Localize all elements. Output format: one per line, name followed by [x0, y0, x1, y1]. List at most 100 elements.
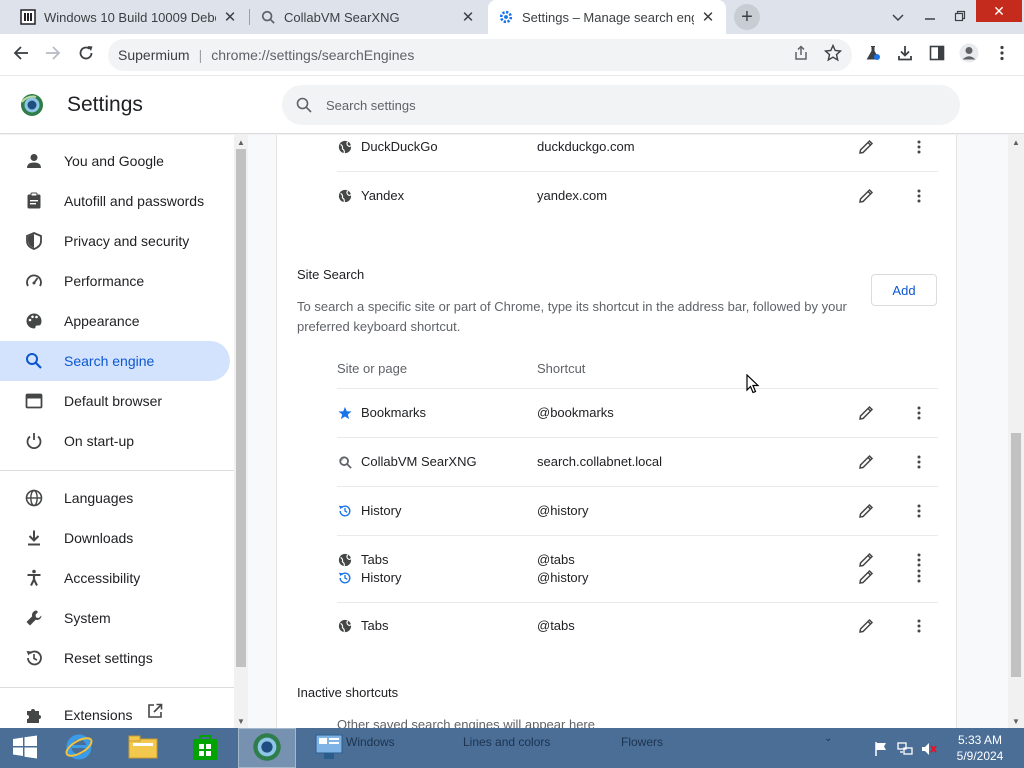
inactive-shortcuts-title: Inactive shortcuts	[297, 685, 399, 700]
add-site-search-button[interactable]: Add	[871, 274, 937, 306]
sidebar-item-reset-settings[interactable]: Reset settings	[0, 638, 230, 678]
globe-icon	[337, 552, 353, 568]
engine-name: Yandex	[361, 188, 405, 203]
toolbar-item[interactable]: Windows	[346, 735, 395, 749]
address-separator: |	[198, 47, 203, 63]
downloads-button[interactable]	[892, 42, 918, 68]
sidebar-item-search-engine[interactable]: Search engine	[0, 341, 230, 381]
edit-pencil-icon[interactable]	[857, 502, 875, 520]
network-icon[interactable]	[896, 740, 914, 758]
start-button[interactable]	[0, 728, 50, 768]
flag-icon[interactable]	[872, 740, 890, 758]
taskbar-toolbar: Windows Lines and colors Flowers ⌄	[340, 731, 840, 751]
toolbar-item[interactable]: Lines and colors	[463, 735, 550, 749]
store-icon	[191, 733, 219, 764]
sidebar-item-accessibility[interactable]: Accessibility	[0, 558, 230, 598]
volume-muted-icon[interactable]	[920, 740, 938, 758]
sidebar-item-system[interactable]: System	[0, 598, 230, 638]
sidebar-item-performance[interactable]: Performance	[0, 261, 230, 301]
tab-title: Windows 10 Build 10009 Debom	[44, 9, 216, 25]
sidebar-item-label: Downloads	[64, 530, 134, 546]
address-bar[interactable]: Supermium | chrome://settings/searchEngi…	[108, 39, 852, 71]
tab-collabvm-searxng[interactable]: CollabVM SearXNG ✕	[250, 0, 486, 34]
more-vert-icon[interactable]	[909, 137, 929, 157]
searxng-icon	[337, 454, 353, 470]
taskbar-file-explorer[interactable]	[114, 728, 172, 768]
settings-sidebar: You and Google Autofill and passwords Pr…	[0, 135, 234, 728]
sidebar-item-default-browser[interactable]: Default browser	[0, 381, 230, 421]
edit-pencil-icon[interactable]	[857, 404, 875, 422]
open-in-new-icon[interactable]	[147, 703, 163, 722]
sidebar-item-extensions[interactable]: Extensions	[0, 695, 230, 728]
taskbar-supermium[interactable]	[238, 728, 296, 768]
settings-search[interactable]	[282, 85, 960, 125]
close-icon[interactable]: ✕	[700, 8, 716, 26]
share-button[interactable]	[788, 42, 814, 68]
labs-button[interactable]	[860, 42, 886, 68]
minimize-icon	[924, 9, 936, 25]
back-button[interactable]	[8, 42, 34, 68]
new-tab-button[interactable]: +	[734, 4, 760, 30]
sidebar-item-privacy[interactable]: Privacy and security	[0, 221, 230, 261]
taskbar-store[interactable]	[176, 728, 234, 768]
edit-pencil-icon[interactable]	[857, 187, 875, 205]
more-vert-icon[interactable]	[909, 501, 929, 521]
settings-header: Settings	[0, 76, 1024, 134]
edit-pencil-icon[interactable]	[857, 551, 875, 569]
tab-settings[interactable]: Settings – Manage search engines ✕	[488, 0, 726, 34]
edit-pencil-icon[interactable]	[857, 568, 875, 586]
more-vert-icon[interactable]	[909, 186, 929, 206]
tab-title: CollabVM SearXNG	[284, 9, 400, 25]
scroll-down-arrow-icon[interactable]: ▼	[1008, 714, 1024, 728]
forward-button[interactable]	[40, 42, 66, 68]
scrollbar-thumb[interactable]	[1011, 433, 1021, 677]
site-shortcut: @history	[537, 570, 589, 585]
sidebar-item-label: Search engine	[64, 353, 155, 369]
sidebar-item-appearance[interactable]: Appearance	[0, 301, 230, 341]
tab-title: Settings – Manage search engines	[522, 9, 694, 25]
close-icon[interactable]: ✕	[460, 8, 476, 26]
edit-pencil-icon[interactable]	[857, 453, 875, 471]
toolbar-item[interactable]: Flowers	[621, 735, 663, 749]
more-vert-icon[interactable]	[909, 616, 929, 636]
edit-pencil-icon[interactable]	[857, 617, 875, 635]
sidebar-divider	[0, 470, 234, 471]
restore-button[interactable]	[946, 0, 974, 34]
inactive-shortcuts-description: Other saved search engines will appear h…	[337, 717, 595, 728]
sidebar-scrollbar[interactable]: ▲ ▼	[234, 135, 248, 728]
menu-button[interactable]	[989, 42, 1015, 68]
sidebar-item-autofill[interactable]: Autofill and passwords	[0, 181, 230, 221]
scroll-down-arrow-icon[interactable]: ▼	[234, 714, 248, 728]
star-outline-icon	[823, 43, 843, 67]
scroll-up-arrow-icon[interactable]: ▲	[1008, 135, 1024, 149]
side-panel-icon	[929, 45, 945, 66]
chevron-down-icon[interactable]: ⌄	[824, 733, 832, 744]
close-window-button[interactable]: ✕	[976, 0, 1022, 22]
edit-pencil-icon[interactable]	[857, 138, 875, 156]
profile-button[interactable]	[956, 42, 982, 68]
close-icon[interactable]: ✕	[222, 8, 238, 26]
minimize-button[interactable]	[916, 0, 944, 34]
side-panel-button[interactable]	[924, 42, 950, 68]
search-input[interactable]	[326, 97, 926, 113]
more-vert-icon[interactable]	[909, 452, 929, 472]
reload-button[interactable]	[73, 42, 99, 68]
more-vert-icon[interactable]	[909, 566, 929, 586]
sidebar-item-languages[interactable]: Languages	[0, 478, 230, 518]
site-search-title: Site Search	[297, 267, 365, 282]
sidebar-item-on-startup[interactable]: On start-up	[0, 421, 230, 461]
tab-search-button[interactable]	[884, 0, 912, 34]
building-icon	[20, 9, 36, 25]
more-vert-icon	[1000, 45, 1004, 66]
more-vert-icon[interactable]	[909, 403, 929, 423]
search-icon	[294, 95, 314, 115]
bookmark-button[interactable]	[820, 42, 846, 68]
taskbar-clock[interactable]: 5:33 AM 5/9/2024	[952, 732, 1008, 764]
taskbar-internet-explorer[interactable]	[50, 728, 108, 768]
content-scrollbar[interactable]: ▲ ▼	[1008, 135, 1024, 728]
scrollbar-thumb[interactable]	[236, 149, 246, 667]
sidebar-item-downloads[interactable]: Downloads	[0, 518, 230, 558]
sidebar-item-you-and-google[interactable]: You and Google	[0, 141, 230, 181]
scroll-up-arrow-icon[interactable]: ▲	[234, 135, 248, 149]
tab-windows-build[interactable]: Windows 10 Build 10009 Debom ✕	[10, 0, 248, 34]
